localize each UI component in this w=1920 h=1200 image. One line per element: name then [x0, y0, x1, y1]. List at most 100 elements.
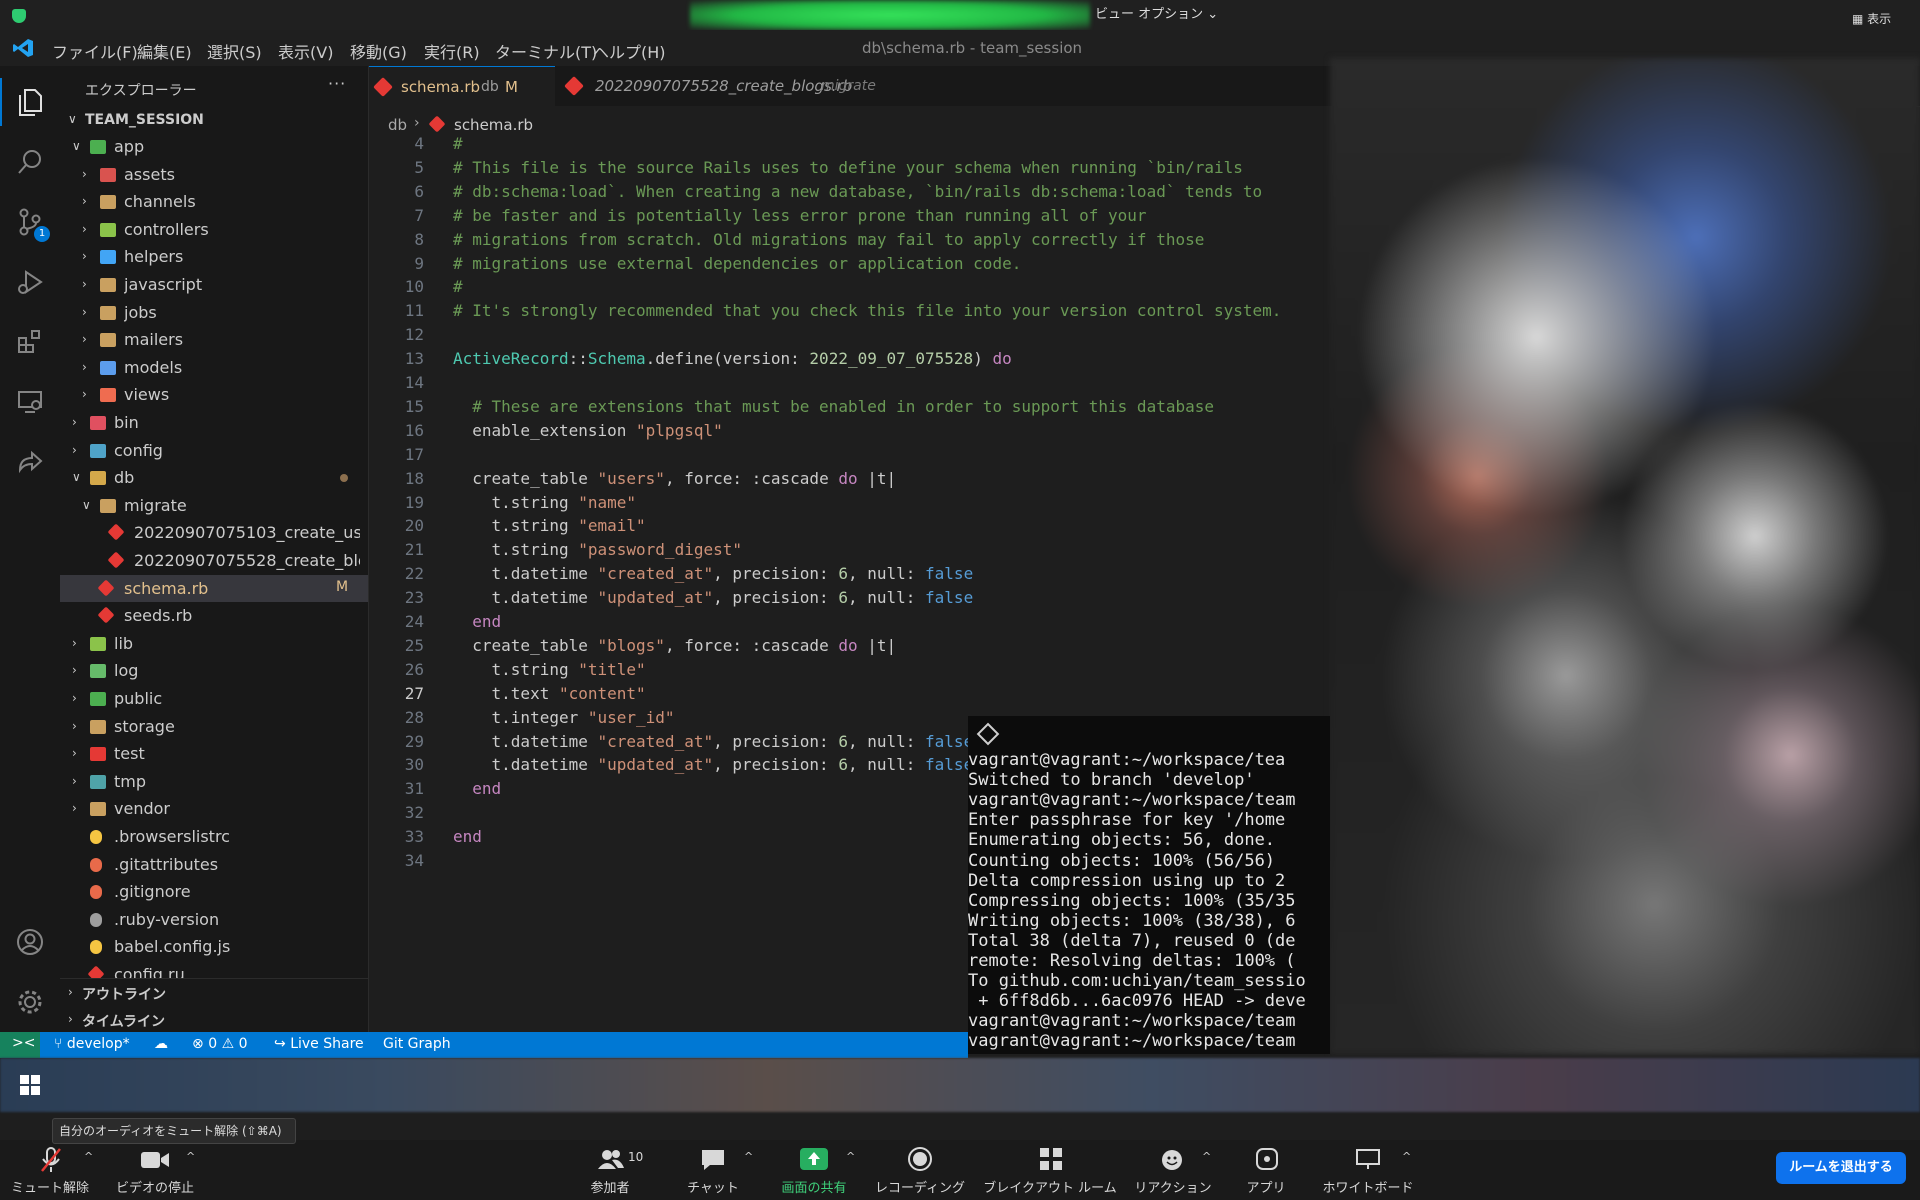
menu-selection[interactable]: 選択(S)	[207, 39, 262, 63]
more-actions-button[interactable]: ···	[328, 74, 346, 93]
tab-create-blogs[interactable]: 20220907075528_create_blogs.rb migrate	[555, 66, 887, 106]
live-share-label: Live Share	[290, 1036, 364, 1052]
folder-item[interactable]: ∨ app	[60, 133, 368, 160]
terminal-window[interactable]: vagrant@vagrant:~/workspace/tea Switched …	[968, 716, 1330, 1054]
folder-item[interactable]: › jobs	[60, 299, 368, 326]
stop-video-button[interactable]: ビデオの停止	[110, 1140, 200, 1200]
breakout-rooms-label: ブレイクアウト ルーム	[983, 1181, 1117, 1196]
folder-item[interactable]: › views	[60, 381, 368, 408]
menu-terminal[interactable]: ターミナル(T)	[495, 39, 597, 63]
file-icon	[90, 885, 102, 900]
whiteboard-button[interactable]: ホワイトボード	[1318, 1140, 1418, 1200]
file-item[interactable]: .browserslistrc	[60, 823, 368, 850]
menu-file[interactable]: ファイル(F)	[52, 39, 138, 63]
folder-icon	[90, 140, 106, 154]
reactions-button[interactable]: リアクション	[1130, 1140, 1216, 1200]
reactions-label: リアクション	[1134, 1181, 1212, 1196]
chat-label: チャット	[687, 1181, 739, 1196]
folder-item[interactable]: › helpers	[60, 243, 368, 270]
outline-section[interactable]: › アウトライン	[60, 980, 368, 1006]
record-label: レコーディング	[874, 1181, 966, 1196]
terminal-line: remote: Resolving deltas: 100% (	[968, 951, 1296, 971]
folder-item[interactable]: › storage	[60, 713, 368, 740]
menu-view[interactable]: 表示(V)	[278, 39, 333, 63]
folder-item[interactable]: › bin	[60, 409, 368, 436]
chevron-up-icon[interactable]: ^	[744, 1150, 753, 1163]
tree-item-label: storage	[114, 716, 175, 736]
chat-button[interactable]: チャット	[678, 1140, 748, 1200]
chevron-up-icon[interactable]: ^	[1202, 1150, 1211, 1163]
project-root[interactable]: ∨ TEAM_SESSION	[60, 107, 368, 133]
remote-indicator[interactable]: ><	[0, 1032, 40, 1058]
problems-indicator[interactable]: ⊗ 0 ⚠ 0	[192, 1036, 248, 1052]
source-control-icon[interactable]: 1	[12, 204, 50, 242]
explorer-files-icon[interactable]	[12, 84, 48, 120]
settings-gear-icon[interactable]	[12, 984, 48, 1020]
folder-item[interactable]: › assets	[60, 161, 368, 188]
file-item[interactable]: 20220907075103_create_use...	[60, 519, 368, 546]
folder-item[interactable]: › test	[60, 740, 368, 767]
sync-icon[interactable]: ☁	[154, 1036, 168, 1052]
chevron-right-icon: ›	[72, 442, 77, 457]
breakout-rooms-button[interactable]: ブレイクアウト ルーム	[980, 1140, 1120, 1200]
folder-item[interactable]: ∨ migrate	[60, 492, 368, 519]
file-item[interactable]: .gitattributes	[60, 851, 368, 878]
remote-explorer-icon[interactable]	[12, 384, 48, 420]
file-item[interactable]: schema.rb M	[60, 574, 368, 602]
live-share-icon[interactable]	[12, 444, 48, 480]
view-options-button[interactable]: ビュー オプション ⌄	[1095, 3, 1218, 22]
chevron-up-icon[interactable]: ^	[84, 1150, 93, 1163]
chevron-up-icon[interactable]: ^	[846, 1150, 855, 1163]
tree-item-label: 20220907075528_create_blo...	[134, 551, 360, 570]
folder-item[interactable]: ∨ db	[60, 464, 368, 491]
breadcrumb-folder[interactable]: db	[388, 116, 407, 134]
folder-item[interactable]: › config	[60, 437, 368, 464]
record-button[interactable]: レコーディング	[872, 1140, 968, 1200]
extensions-icon[interactable]	[12, 324, 48, 360]
timeline-section[interactable]: › タイムライン	[60, 1007, 368, 1033]
branch-indicator[interactable]: ⑂ develop*	[54, 1036, 130, 1052]
tab-schema[interactable]: schema.rb db M	[369, 66, 555, 107]
apps-button[interactable]: アプリ	[1236, 1140, 1296, 1200]
search-icon[interactable]	[12, 144, 48, 180]
live-share-status[interactable]: ↪ Live Share	[274, 1036, 364, 1052]
file-item[interactable]: .ruby-version	[60, 906, 368, 933]
menu-help[interactable]: ヘルプ(H)	[593, 39, 666, 63]
file-tree: ∨ app › assets › channels › controllers › helpers…	[60, 133, 368, 979]
folder-item[interactable]: › models	[60, 354, 368, 381]
git-graph-button[interactable]: Git Graph	[383, 1036, 451, 1052]
chevron-up-icon[interactable]: ^	[186, 1150, 195, 1163]
chevron-up-icon[interactable]: ^	[1402, 1150, 1411, 1163]
folder-item[interactable]: › javascript	[60, 271, 368, 298]
file-item[interactable]: 20220907075528_create_blo...	[60, 547, 368, 574]
display-button[interactable]: ▦ 表示	[1852, 10, 1891, 27]
file-item[interactable]: seeds.rb	[60, 602, 368, 629]
folder-item[interactable]: › channels	[60, 188, 368, 215]
ruby-file-icon	[428, 115, 446, 133]
file-item[interactable]: babel.config.js	[60, 933, 368, 960]
breadcrumb-file[interactable]: schema.rb	[454, 116, 533, 134]
windows-start-icon[interactable]	[20, 1075, 40, 1095]
accounts-icon[interactable]	[12, 924, 48, 960]
file-item[interactable]: .gitignore	[60, 878, 368, 905]
terminal-line: Counting objects: 100% (56/56)	[968, 850, 1276, 871]
menu-edit[interactable]: 編集(E)	[137, 39, 192, 63]
participants-button[interactable]: 10 参加者	[580, 1140, 643, 1200]
terminal-line: vagrant@vagrant:~/workspace/tea	[968, 750, 1286, 770]
folder-item[interactable]: › log	[60, 657, 368, 684]
folder-item[interactable]: › tmp	[60, 768, 368, 795]
share-screen-button[interactable]: 画面の共有	[774, 1140, 854, 1200]
menu-run[interactable]: 実行(R)	[424, 39, 480, 63]
file-item[interactable]: config.ru	[60, 961, 368, 979]
unmute-button[interactable]: ミュート解除	[8, 1140, 92, 1200]
folder-item[interactable]: › vendor	[60, 795, 368, 822]
leave-room-button[interactable]: ルームを退出する	[1776, 1152, 1906, 1184]
menu-go[interactable]: 移動(G)	[350, 39, 407, 63]
folder-item[interactable]: › public	[60, 685, 368, 712]
line-number: 11	[404, 301, 424, 321]
code-line: end	[453, 827, 482, 847]
folder-item[interactable]: › mailers	[60, 326, 368, 353]
run-debug-icon[interactable]	[12, 264, 48, 300]
folder-item[interactable]: › controllers	[60, 216, 368, 243]
folder-item[interactable]: › lib	[60, 630, 368, 657]
